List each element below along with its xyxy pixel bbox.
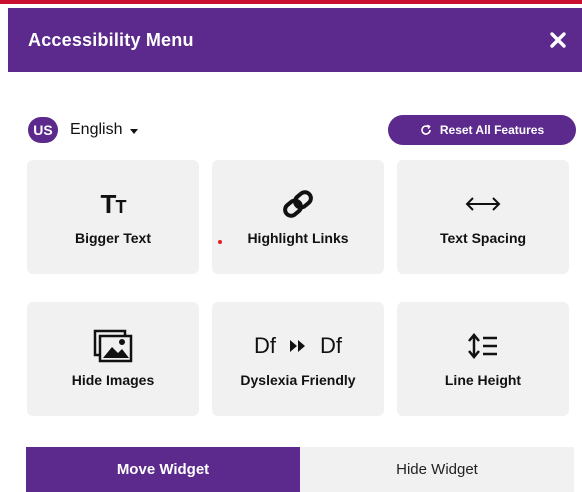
card-text-spacing[interactable]: Text Spacing: [397, 160, 569, 274]
card-label: Text Spacing: [439, 230, 527, 246]
move-widget-button[interactable]: Move Widget: [26, 447, 300, 492]
close-button[interactable]: [544, 26, 572, 54]
card-label: Dyslexia Friendly: [240, 372, 356, 388]
close-icon: [550, 32, 566, 48]
reset-all-label: Reset All Features: [439, 123, 545, 137]
menu-header: Accessibility Menu: [8, 8, 582, 72]
card-hide-images[interactable]: Hide Images: [27, 302, 199, 416]
dyslexia-icon: Df Df: [254, 333, 342, 358]
line-height-icon: [468, 328, 498, 364]
bigger-text-icon: TT: [100, 189, 127, 219]
reset-icon: [421, 124, 431, 135]
top-red-line: [0, 0, 582, 4]
card-dyslexia-friendly[interactable]: Df Df Dyslexia Friendly: [212, 302, 384, 416]
card-bigger-text[interactable]: TT Bigger Text: [27, 160, 199, 274]
text-spacing-icon: [463, 186, 503, 222]
top-strip: [0, 0, 582, 8]
card-label: Line Height: [444, 372, 522, 388]
hide-images-icon: [93, 328, 133, 364]
caret-down-icon: [130, 128, 139, 134]
link-icon: [281, 186, 315, 222]
card-label: Hide Images: [71, 372, 155, 388]
language-flag: US: [28, 117, 58, 143]
menu-title: Accessibility Menu: [28, 29, 194, 50]
language-label: English: [70, 121, 123, 138]
reset-all-button[interactable]: Reset All Features: [388, 115, 576, 145]
language-selector[interactable]: US English: [28, 117, 139, 143]
red-dot: [218, 240, 222, 244]
card-label: Highlight Links: [247, 230, 349, 246]
card-highlight-links[interactable]: Highlight Links: [212, 160, 384, 274]
hide-widget-button[interactable]: Hide Widget: [300, 447, 574, 492]
widget-toggle: Move Widget Hide Widget: [26, 447, 574, 492]
card-line-height[interactable]: Line Height: [397, 302, 569, 416]
card-label: Bigger Text: [75, 230, 151, 246]
